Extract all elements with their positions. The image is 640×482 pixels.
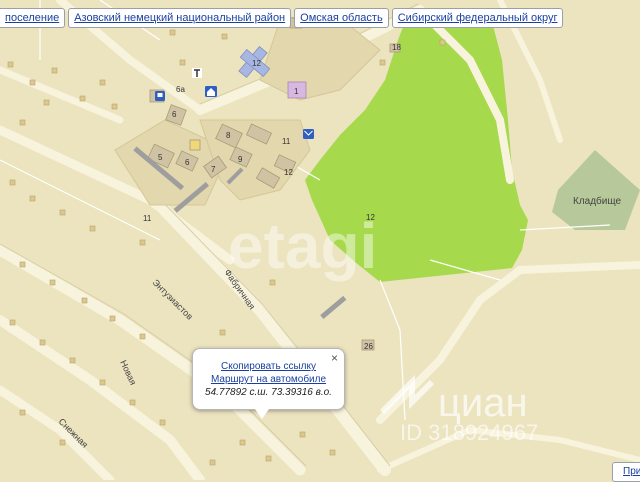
monument-icon: [192, 68, 202, 78]
cian-watermark-id: ID 318924967: [400, 420, 538, 445]
corner-link[interactable]: При: [612, 462, 640, 482]
house-number: 9: [238, 155, 243, 164]
route-by-car-link[interactable]: Маршрут на автомобиле: [193, 374, 344, 385]
close-icon[interactable]: ×: [331, 352, 338, 364]
house-number: 12: [284, 168, 293, 177]
mail-icon: [303, 129, 314, 139]
house-number: 5: [158, 153, 163, 162]
copy-link[interactable]: Скопировать ссылку: [193, 361, 344, 372]
location-popup: × Скопировать ссылку Маршрут на автомоби…: [192, 348, 345, 419]
house-number: 6а: [176, 85, 185, 94]
house-number: 6: [185, 158, 190, 167]
house-number: 12: [252, 59, 261, 68]
house-number: 11: [143, 214, 152, 223]
home-icon: [205, 86, 217, 97]
cemetery-label: Кладбище: [573, 195, 621, 207]
house-number: 8: [226, 131, 231, 140]
breadcrumb-district[interactable]: Азовский немецкий национальный район: [68, 8, 292, 28]
breadcrumb-settlement[interactable]: поселение: [0, 8, 66, 28]
building-small-1: [189, 139, 201, 151]
breadcrumb-federal-district[interactable]: Сибирский федеральный округ: [391, 8, 564, 28]
house-number: 1: [294, 87, 299, 96]
breadcrumb-region[interactable]: Омская область: [294, 8, 389, 28]
house-number: 18: [392, 43, 401, 52]
house-number: 11: [282, 137, 291, 146]
coordinates-readout: 54.77892 с.ш. 73.39316 в.о.: [205, 387, 332, 398]
house-number: 26: [364, 342, 373, 351]
etagi-watermark: etagi: [228, 210, 377, 282]
cian-watermark-text: циан: [438, 381, 528, 425]
house-number: 6: [172, 110, 177, 119]
house-number: 7: [211, 165, 216, 174]
breadcrumb: поселение Азовский немецкий национальный…: [0, 8, 564, 28]
popup-pointer: [255, 409, 269, 419]
bus-stop-icon: [155, 91, 165, 101]
house-number: 12: [366, 213, 375, 222]
